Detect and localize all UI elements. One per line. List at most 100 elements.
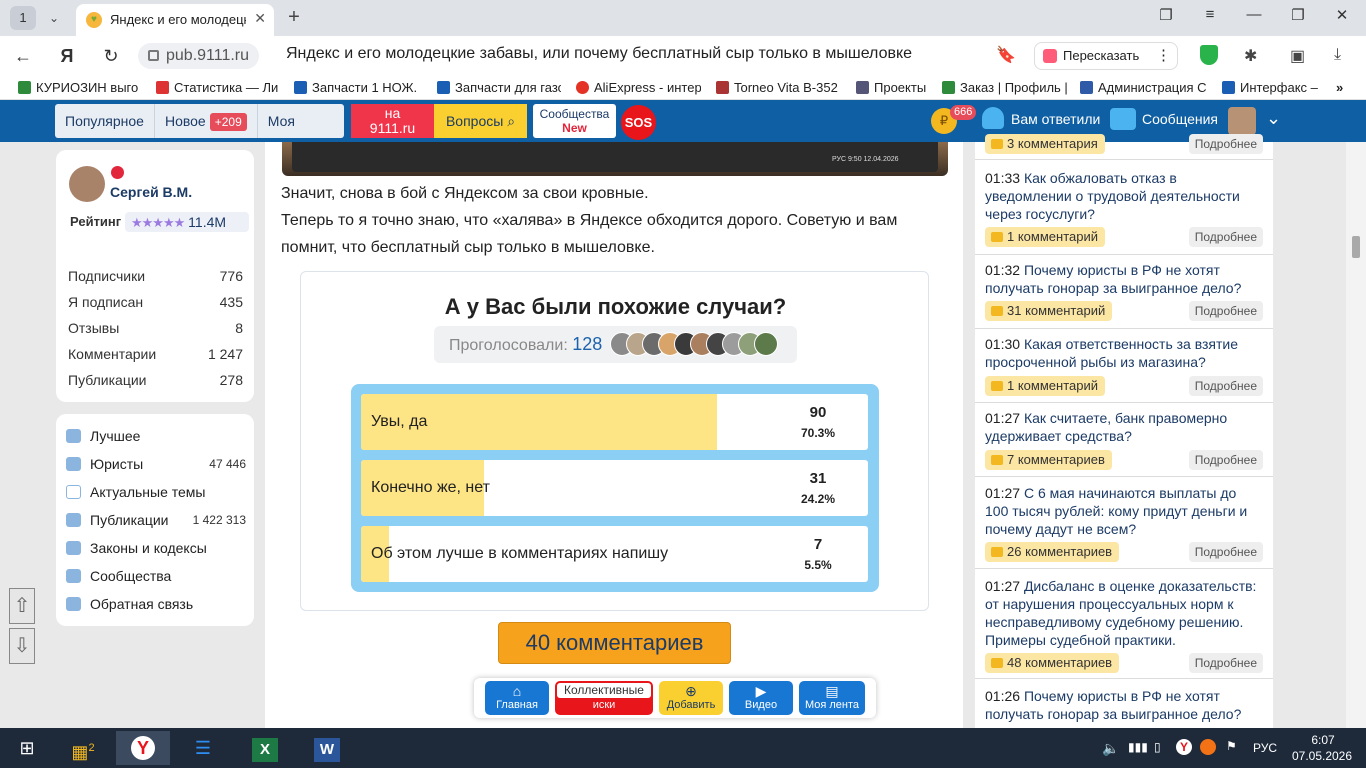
collective-suits-button[interactable]: Коллективные иски [555,681,653,715]
more-button[interactable]: Подробнее [1188,134,1263,154]
nav-communities[interactable]: Сообщества New [533,104,616,138]
feed-item[interactable]: 01:27 Как считаете, банк правомерно удер… [975,403,1273,477]
bookmark-item[interactable]: Запчасти для газо [437,80,561,95]
clock-time[interactable]: 6:07 [1302,733,1344,747]
bookmark-item[interactable]: Интерфакс – [1222,80,1322,95]
more-button[interactable]: Подробнее [1188,653,1263,673]
back-icon[interactable]: ← [10,44,36,68]
reader-icon[interactable]: ▣ [1290,46,1305,66]
flag-icon[interactable]: ⚑ [1226,739,1237,753]
bell-icon[interactable] [982,107,1004,129]
sidebar-item-communities[interactable]: Сообщества [66,568,246,584]
more-button[interactable]: Подробнее [1188,450,1263,470]
scroll-up-button[interactable]: ⇧ [9,588,35,624]
answered-link[interactable]: Вам ответили [1011,111,1100,127]
feed-item[interactable]: 01:33 Как обжаловать отказ в уведомлении… [975,169,1273,255]
excel-icon[interactable]: X [238,731,292,765]
feed-item[interactable]: 01:32 Почему юристы в РФ не хотят получа… [975,255,1273,329]
word-icon[interactable]: W [300,731,354,765]
weather-app-icon[interactable]: ▦2 [56,731,110,765]
ok-tray-icon[interactable] [1200,739,1216,755]
bookmark-item[interactable]: Администрация С [1080,80,1210,95]
comments-count-badge[interactable]: 48 комментариев [985,653,1120,673]
tab-list-chevron-icon[interactable]: ⌄ [40,6,68,30]
more-icon[interactable]: ⋮ [1156,43,1171,69]
bookmark-item[interactable]: Запчасти 1 НОЖ. [294,80,422,95]
url-page-title[interactable]: Яндекс и его молодецкие забавы, или поче… [286,45,912,63]
stat-row[interactable]: Публикации 278 [68,372,243,388]
retell-button[interactable]: Пересказать ⋮ [1034,42,1178,70]
bookmark-item[interactable]: Torneo Vita B-352 [716,80,842,95]
menu-icon[interactable]: ≡ [1195,6,1225,23]
clock-date[interactable]: 07.05.2026 [1290,749,1354,763]
bookmarks-panel-icon[interactable]: ❐ [1151,6,1181,24]
add-button[interactable]: ⊕ Добавить [659,681,723,715]
my-feed-button[interactable]: ▤ Моя лента [799,681,865,715]
bookmark-item[interactable]: Проекты [856,80,930,95]
nav-on-9111[interactable]: на 9111.ru [351,104,434,138]
yandex-logo-icon[interactable]: Я [54,44,80,68]
feed-item[interactable]: 01:27 Дисбаланс в оценке доказательств: … [975,569,1273,679]
minimize-icon[interactable]: — [1239,6,1269,23]
user-avatar[interactable] [1228,107,1256,135]
poll-option[interactable]: Конечно же, нет 31 24.2% [361,460,868,516]
stat-row[interactable]: Комментарии 1 247 [68,346,243,362]
poll-voted[interactable]: Проголосовали: 128 [434,326,797,363]
home-button[interactable]: ⌂ Главная [485,681,549,715]
windows-start-icon[interactable]: ⊞ [0,731,54,765]
bookmark-item[interactable]: КУРИОЗИН выго [18,80,142,95]
messages-link[interactable]: Сообщения [1142,111,1218,127]
bookmark-item[interactable]: Статистика — Ли [156,80,280,95]
sidebar-item-topics[interactable]: Актуальные темы [66,484,246,500]
yandex-tray-icon[interactable]: Y [1176,739,1192,755]
stat-row[interactable]: Подписчики 776 [68,268,243,284]
network-icon[interactable]: ▮▮▮ [1128,740,1148,754]
new-tab-button[interactable]: + [282,6,306,30]
poll-option[interactable]: Увы, да 90 70.3% [361,394,868,450]
stat-row[interactable]: Я подписан 435 [68,294,243,310]
sos-button[interactable]: SOS [621,105,656,140]
profile-name[interactable]: Сергей В.М. [110,184,192,200]
video-button[interactable]: ▶ Видео [729,681,793,715]
poll-option[interactable]: Об этом лучше в комментариях напишу 7 5.… [361,526,868,582]
comments-count-badge[interactable]: 1 комментарий [985,376,1105,396]
comments-button[interactable]: 40 комментариев [498,622,731,664]
more-button[interactable]: Подробнее [1188,301,1263,321]
phone-icon[interactable]: ▯ [1154,740,1161,754]
more-button[interactable]: Подробнее [1188,376,1263,396]
bookmark-icon[interactable]: 🔖 [996,45,1016,65]
more-bookmarks-chevron-icon[interactable]: » [1336,80,1343,95]
bookmark-item[interactable]: Заказ | Профиль | [942,80,1068,95]
download-icon[interactable]: ⤓ [1334,46,1341,64]
reload-icon[interactable]: ↻ [98,44,124,68]
user-menu-chevron-icon[interactable]: ⌄ [1266,108,1281,129]
url-host[interactable]: pub.9111.ru [138,43,260,69]
more-button[interactable]: Подробнее [1188,542,1263,562]
yandex-browser-icon[interactable]: Y [116,731,170,765]
comments-count-badge[interactable]: 1 комментарий [985,227,1105,247]
scroll-thumb[interactable] [1352,236,1360,258]
nav-questions[interactable]: Вопросы ⌕ [434,104,527,138]
restore-icon[interactable]: ❐ [1283,6,1313,24]
nav-my-feed[interactable]: Моя лента [258,104,344,163]
extensions-icon[interactable]: ✱ [1244,46,1257,66]
feed-item[interactable]: 3 комментария Подробнее [975,134,1273,160]
page-scrollbar[interactable] [1346,142,1366,728]
comments-count-badge[interactable]: 7 комментариев [985,450,1112,470]
stat-row[interactable]: Отзывы 8 [68,320,243,336]
comments-count-badge[interactable]: 3 комментария [985,134,1105,154]
avatar[interactable] [69,166,105,202]
bookmark-item[interactable]: AliExpress - интер [576,80,701,95]
feed-item[interactable]: 01:26 Почему юристы в РФ не хотят получа… [975,679,1273,728]
sidebar-item-laws[interactable]: Законы и кодексы [66,540,246,556]
scroll-down-button[interactable]: ⇩ [9,628,35,664]
close-tab-icon[interactable]: ✕ [254,10,266,27]
protect-shield-icon[interactable] [1200,45,1218,65]
nav-new[interactable]: Новое +209 [155,104,258,138]
feed-item[interactable]: 01:27 С 6 мая начинаются выплаты до 100 … [975,477,1273,569]
sidebar-item-best[interactable]: Лучшее [66,428,246,444]
nav-popular[interactable]: Популярное [55,104,155,138]
tab-counter[interactable]: 1 [10,6,36,30]
feed-item[interactable]: 01:30 Какая ответственность за взятие пр… [975,329,1273,403]
sidebar-item-publications[interactable]: Публикации 1 422 313 [66,512,246,528]
